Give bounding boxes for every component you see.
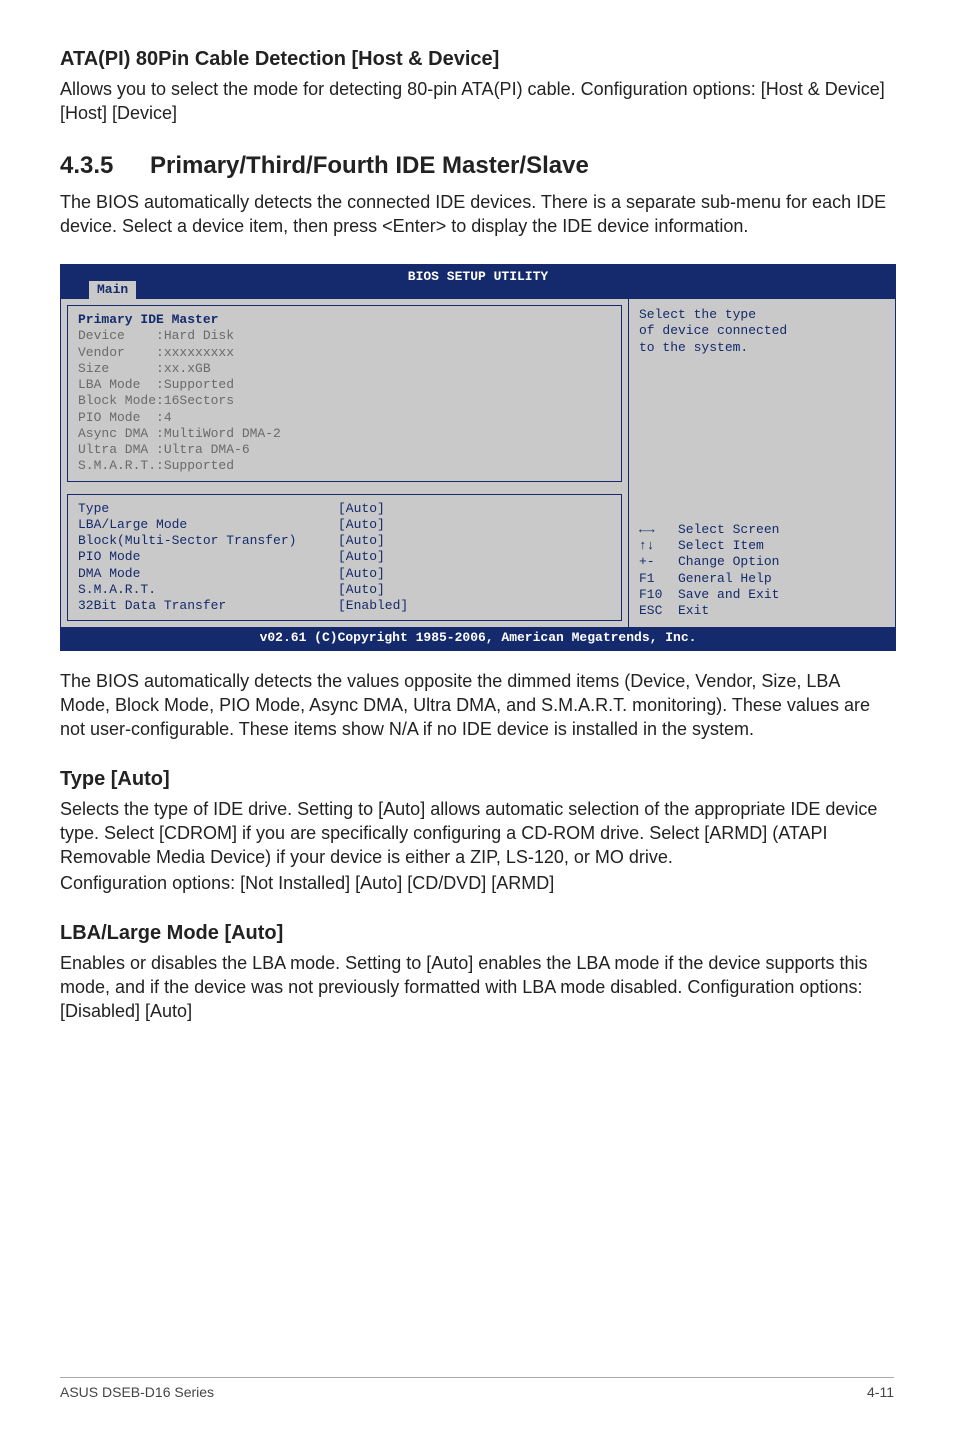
bios-help-text: Select the type of device connected to t… [639,307,885,356]
bios-title-bar: BIOS SETUP UTILITY Main [61,265,895,299]
bios-option-row: Block(Multi-Sector Transfer)[Auto] [78,533,611,549]
bios-option-value: [Auto] [338,566,385,581]
bios-right-pane: Select the type of device connected to t… [628,299,895,627]
bios-option-label: DMA Mode [78,566,338,582]
bios-option-label: 32Bit Data Transfer [78,598,338,614]
bios-footer: v02.61 (C)Copyright 1985-2006, American … [61,627,895,649]
document-page: ATA(PI) 80Pin Cable Detection [Host & De… [0,0,954,1438]
bios-dimmed-row: PIO Mode :4 [78,410,611,426]
bios-title: BIOS SETUP UTILITY [61,269,895,285]
heading-type: Type [Auto] [60,768,894,791]
heading-lba: LBA/Large Mode [Auto] [60,922,894,945]
paragraph-intro: The BIOS automatically detects the conne… [60,190,894,239]
bios-option-label: Block(Multi-Sector Transfer) [78,533,338,549]
bios-option-row: Type[Auto] [78,501,611,517]
bios-option-value: [Auto] [338,582,385,597]
bios-dimmed-row: Device :Hard Disk [78,328,611,344]
bios-options-box: Type[Auto] LBA/Large Mode[Auto] Block(Mu… [67,494,622,622]
bios-option-label: Type [78,501,338,517]
bios-option-row: PIO Mode[Auto] [78,549,611,565]
bios-key-legend: ←→ Select Screen ↑↓ Select Item +- Chang… [639,522,885,620]
bios-section-header: Primary IDE Master [78,312,611,328]
bios-info-box: Primary IDE Master Device :Hard Disk Ven… [67,305,622,482]
page-footer: ASUS DSEB-D16 Series 4-11 [60,1377,894,1400]
bios-option-row: 32Bit Data Transfer[Enabled] [78,598,611,614]
bios-dimmed-row: Vendor :xxxxxxxxx [78,345,611,361]
paragraph-type: Selects the type of IDE drive. Setting t… [60,797,894,870]
bios-dimmed-row: LBA Mode :Supported [78,377,611,393]
bios-option-value: [Enabled] [338,598,408,613]
bios-option-value: [Auto] [338,517,385,532]
bios-option-label: LBA/Large Mode [78,517,338,533]
section-heading: 4.3.5Primary/Third/Fourth IDE Master/Sla… [60,152,894,180]
footer-page-number: 4-11 [867,1384,894,1400]
bios-dimmed-row: Size :xx.xGB [78,361,611,377]
paragraph-atapi: Allows you to select the mode for detect… [60,77,894,126]
paragraph-type-options: Configuration options: [Not Installed] [… [60,871,894,895]
bios-option-label: PIO Mode [78,549,338,565]
bios-option-row: S.M.A.R.T.[Auto] [78,582,611,598]
section-number: 4.3.5 [60,152,150,180]
bios-option-value: [Auto] [338,549,385,564]
paragraph-after-bios: The BIOS automatically detects the value… [60,669,894,742]
bios-option-row: LBA/Large Mode[Auto] [78,517,611,533]
bios-dimmed-row: Async DMA :MultiWord DMA-2 [78,426,611,442]
heading-atapi: ATA(PI) 80Pin Cable Detection [Host & De… [60,48,894,71]
bios-screenshot: BIOS SETUP UTILITY Main Primary IDE Mast… [60,264,896,651]
bios-dimmed-row: Block Mode:16Sectors [78,393,611,409]
bios-body: Primary IDE Master Device :Hard Disk Ven… [61,299,895,627]
section-name: Primary/Third/Fourth IDE Master/Slave [150,152,589,179]
bios-dimmed-row: S.M.A.R.T.:Supported [78,458,611,474]
bios-option-row: DMA Mode[Auto] [78,566,611,582]
bios-option-value: [Auto] [338,501,385,516]
footer-product: ASUS DSEB-D16 Series [60,1384,214,1400]
paragraph-lba: Enables or disables the LBA mode. Settin… [60,951,894,1024]
bios-tab-main: Main [89,281,136,299]
bios-option-value: [Auto] [338,533,385,548]
bios-left-pane: Primary IDE Master Device :Hard Disk Ven… [61,299,628,627]
bios-dimmed-row: Ultra DMA :Ultra DMA-6 [78,442,611,458]
bios-option-label: S.M.A.R.T. [78,582,338,598]
